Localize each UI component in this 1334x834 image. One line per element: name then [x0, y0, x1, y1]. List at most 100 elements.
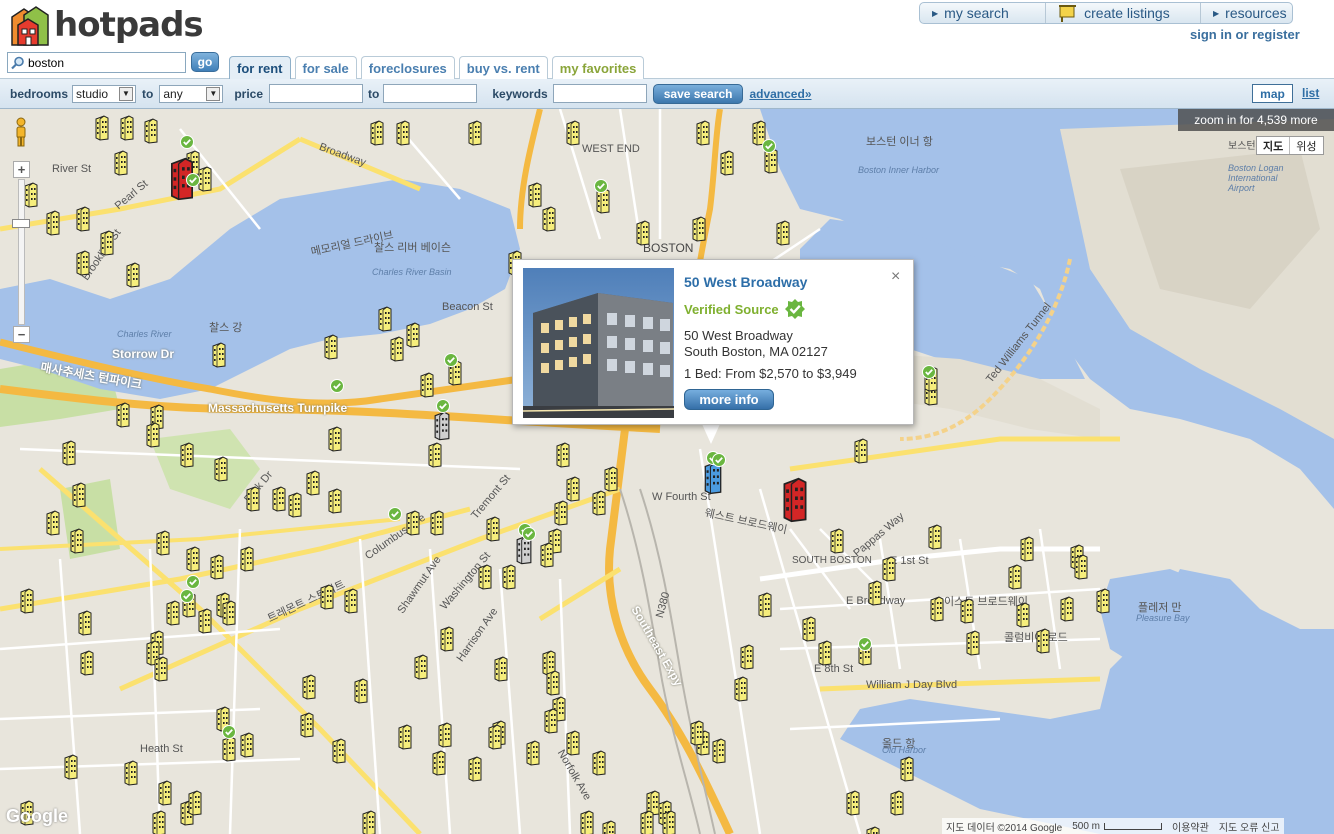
listing-pin-icon[interactable]	[846, 789, 860, 817]
list-view-link[interactable]: list	[1302, 86, 1319, 100]
listing-pin-icon[interactable]	[222, 735, 236, 763]
listing-pin-icon[interactable]	[758, 591, 772, 619]
listing-pin-icon[interactable]	[866, 825, 880, 834]
listing-pin-icon[interactable]	[180, 441, 194, 469]
map-view-button[interactable]: map	[1252, 84, 1293, 103]
listing-pin-icon[interactable]	[488, 723, 502, 751]
listing-pin-icon[interactable]	[782, 477, 808, 523]
listing-pin-icon[interactable]	[126, 261, 140, 289]
listing-pin-icon[interactable]	[114, 149, 128, 177]
listing-pin-icon[interactable]	[1074, 553, 1088, 581]
listing-pin-icon[interactable]	[390, 335, 404, 363]
listing-pin-icon[interactable]	[116, 401, 130, 429]
listing-pin-icon[interactable]	[378, 305, 392, 333]
listing-pin-icon[interactable]	[960, 597, 974, 625]
listing-pin-icon[interactable]	[468, 119, 482, 147]
bedrooms-from-select[interactable]: studio ▼	[72, 84, 137, 103]
listing-pin-icon[interactable]	[544, 707, 558, 735]
listing-photo[interactable]	[523, 268, 674, 418]
listing-pin-icon[interactable]	[210, 553, 224, 581]
listing-pin-icon[interactable]	[62, 439, 76, 467]
nav-resources[interactable]: ▶ resources	[1201, 3, 1292, 23]
listing-pin-icon[interactable]	[328, 487, 342, 515]
listing-pin-icon[interactable]	[188, 789, 202, 817]
listing-pin-icon[interactable]	[692, 215, 706, 243]
listing-pin-icon[interactable]	[24, 181, 38, 209]
listing-pin-icon[interactable]	[158, 779, 172, 807]
listing-pin-icon[interactable]	[432, 749, 446, 777]
listing-pin-icon[interactable]	[406, 509, 420, 537]
listing-pin-icon[interactable]	[502, 563, 516, 591]
listing-pin-icon[interactable]	[152, 809, 166, 834]
map-type-satellite-button[interactable]: 위성	[1290, 137, 1322, 154]
listing-pin-icon[interactable]	[602, 819, 616, 834]
listing-pin-icon[interactable]	[222, 599, 236, 627]
listing-pin-icon[interactable]	[930, 595, 944, 623]
sign-in-link[interactable]: sign in or register	[1190, 27, 1300, 42]
listing-pin-icon[interactable]	[546, 669, 560, 697]
nav-create-listings[interactable]: create listings	[1046, 3, 1201, 23]
listing-pin-icon[interactable]	[696, 119, 710, 147]
tab-my-favorites[interactable]: my favorites	[551, 56, 645, 79]
street-view-pegman[interactable]	[11, 117, 31, 147]
listing-pin-icon[interactable]	[396, 119, 410, 147]
listing-pin-icon[interactable]	[198, 607, 212, 635]
listing-pin-icon[interactable]	[354, 677, 368, 705]
listing-pin-icon[interactable]	[556, 441, 570, 469]
listing-pin-icon[interactable]	[428, 441, 442, 469]
zoom-in-button[interactable]: +	[13, 161, 30, 178]
listing-pin-icon[interactable]	[214, 455, 228, 483]
advanced-search-link[interactable]: advanced»	[749, 87, 811, 101]
listing-pin-icon[interactable]	[640, 809, 654, 834]
tab-for-rent[interactable]: for rent	[229, 56, 291, 80]
zoom-slider-handle[interactable]	[12, 219, 30, 228]
listing-pin-icon[interactable]	[526, 739, 540, 767]
listing-pin-icon[interactable]	[720, 149, 734, 177]
listing-pin-icon[interactable]	[740, 643, 754, 671]
price-max-input[interactable]	[383, 84, 478, 103]
listing-pin-icon[interactable]	[882, 555, 896, 583]
listing-pin-icon[interactable]	[1060, 595, 1074, 623]
listing-pin-icon[interactable]	[540, 541, 554, 569]
listing-pin-icon[interactable]	[306, 469, 320, 497]
listing-pin-icon[interactable]	[1096, 587, 1110, 615]
listing-pin-icon[interactable]	[494, 655, 508, 683]
listing-pin-icon[interactable]	[288, 491, 302, 519]
listing-pin-icon[interactable]	[212, 341, 226, 369]
listing-pin-icon[interactable]	[272, 485, 286, 513]
bedrooms-to-select[interactable]: any ▼	[159, 84, 224, 103]
listing-pin-icon[interactable]	[1020, 535, 1034, 563]
search-box[interactable]	[7, 52, 186, 73]
go-button[interactable]: go	[191, 52, 219, 72]
listing-pin-icon[interactable]	[802, 615, 816, 643]
listing-pin-icon[interactable]	[46, 509, 60, 537]
listing-pin-icon[interactable]	[566, 729, 580, 757]
listing-pin-icon[interactable]	[144, 117, 158, 145]
listing-pin-icon[interactable]	[592, 749, 606, 777]
listing-pin-icon[interactable]	[70, 527, 84, 555]
listing-pin-icon[interactable]	[818, 639, 832, 667]
listing-pin-icon[interactable]	[636, 219, 650, 247]
keywords-input[interactable]	[552, 84, 647, 103]
listing-pin-icon[interactable]	[434, 409, 450, 443]
listing-pin-icon[interactable]	[468, 755, 482, 783]
listing-pin-icon[interactable]	[1016, 601, 1030, 629]
listing-pin-icon[interactable]	[154, 655, 168, 683]
listing-pin-icon[interactable]	[854, 437, 868, 465]
listing-pin-icon[interactable]	[120, 114, 134, 142]
tab-for-sale[interactable]: for sale	[294, 56, 357, 79]
listing-pin-icon[interactable]	[604, 465, 618, 493]
listing-pin-icon[interactable]	[332, 737, 346, 765]
report-error-link[interactable]: 지도 오류 신고	[1219, 819, 1280, 834]
listing-pin-icon[interactable]	[430, 509, 444, 537]
nav-my-search[interactable]: ▶ my search	[920, 3, 1047, 23]
listing-pin-icon[interactable]	[440, 625, 454, 653]
listing-pin-icon[interactable]	[900, 755, 914, 783]
listing-pin-icon[interactable]	[966, 629, 980, 657]
listing-pin-icon[interactable]	[240, 545, 254, 573]
listing-pin-icon[interactable]	[186, 545, 200, 573]
listing-pin-icon[interactable]	[566, 119, 580, 147]
listing-pin-icon[interactable]	[890, 789, 904, 817]
listing-pin-icon[interactable]	[362, 809, 376, 834]
zoom-slider-track[interactable]	[18, 179, 25, 325]
